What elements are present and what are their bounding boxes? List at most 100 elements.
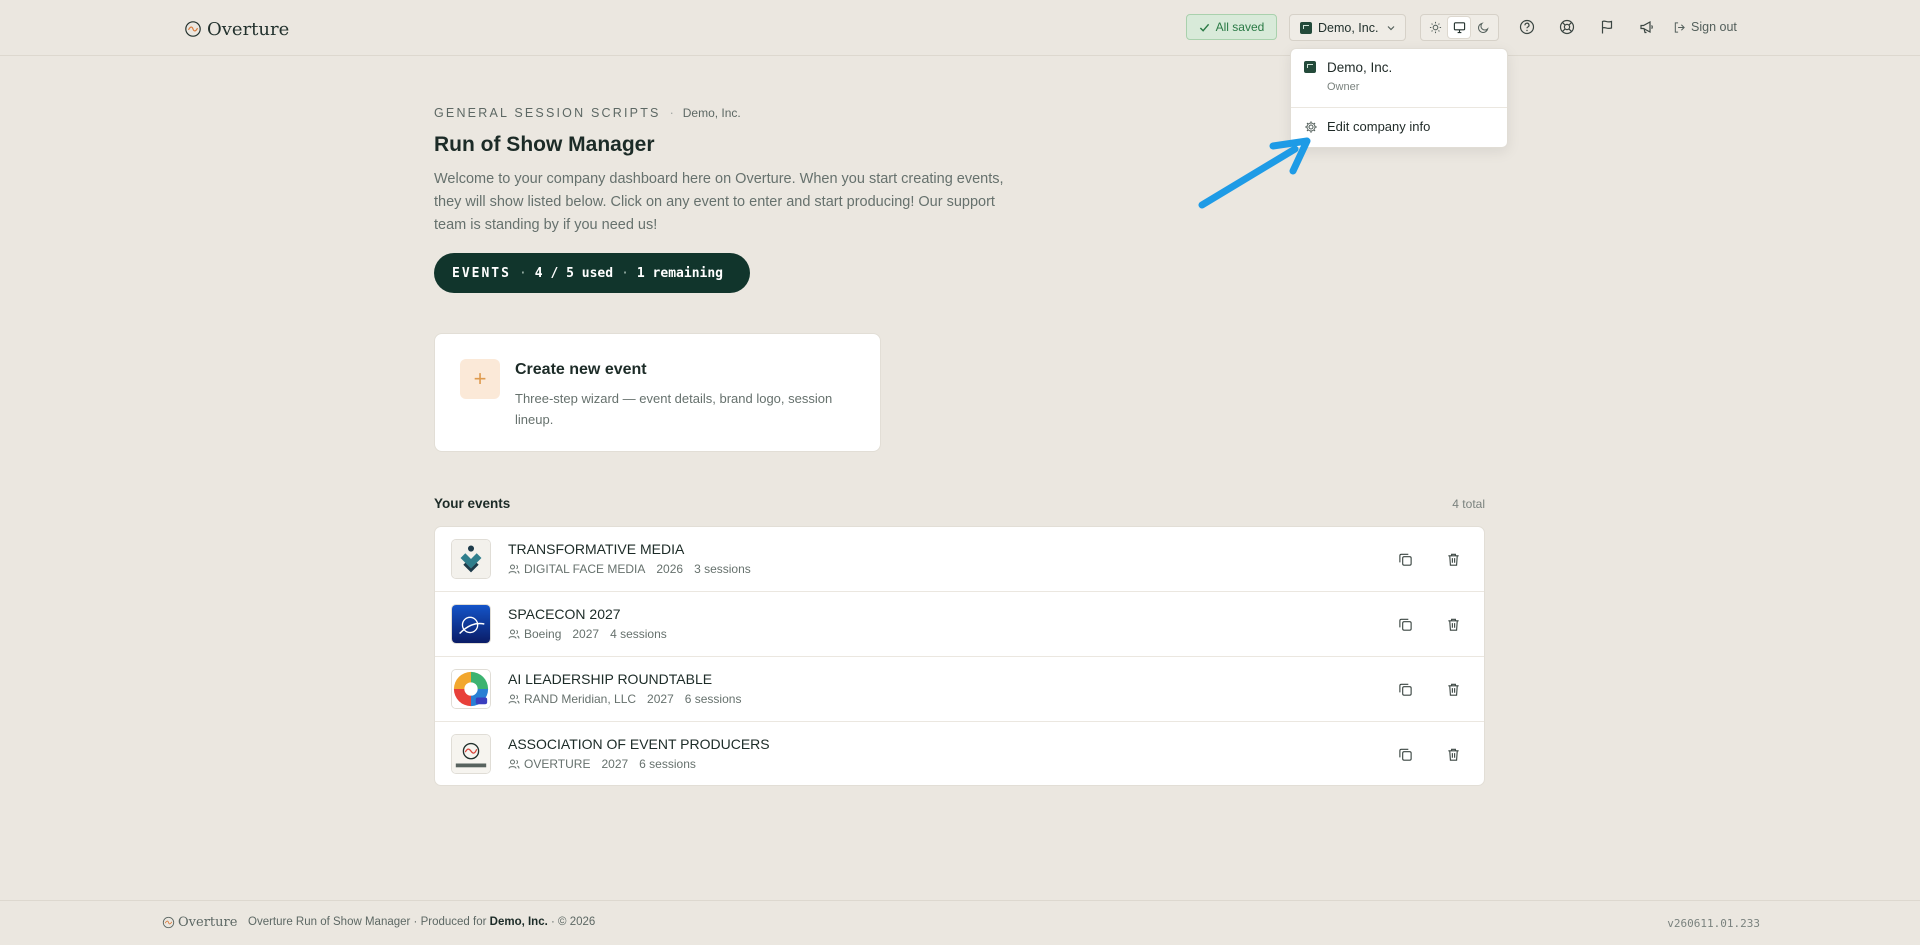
eyebrow-section: GENERAL SESSION SCRIPTS — [434, 106, 661, 120]
company-switcher-label: Demo, Inc. — [1318, 20, 1379, 35]
events-quota-label: EVENTS — [452, 265, 511, 281]
sign-out-button[interactable]: Sign out — [1673, 18, 1737, 36]
sign-out-icon — [1674, 21, 1685, 33]
copy-icon — [1398, 748, 1412, 761]
brand-name: Overture — [207, 18, 290, 40]
theme-light-button[interactable] — [1425, 17, 1447, 38]
edit-company-info-item[interactable]: Edit company info — [1304, 119, 1430, 134]
overture-logo-icon — [162, 916, 175, 929]
duplicate-event-button[interactable] — [1396, 550, 1414, 568]
event-logo-transformative-media — [451, 539, 491, 579]
event-title: TRANSFORMATIVE MEDIA — [508, 541, 685, 557]
event-row[interactable]: AI LEADERSHIP ROUNDTABLE RAND Meridian, … — [435, 657, 1484, 722]
duplicate-event-button[interactable] — [1396, 745, 1414, 763]
copy-icon — [1398, 553, 1412, 566]
page-title: Run of Show Manager — [434, 133, 655, 156]
company-logo-icon — [1300, 21, 1312, 34]
theme-dark-button[interactable] — [1472, 17, 1494, 38]
event-client: RAND Meridian, LLC — [524, 692, 637, 706]
event-logo-overture — [451, 734, 491, 774]
save-status-label: All saved — [1215, 20, 1265, 34]
flag-icon — [1601, 20, 1613, 34]
feedback-button[interactable] — [1598, 18, 1616, 36]
gear-icon — [1305, 120, 1317, 133]
delete-event-button[interactable] — [1444, 745, 1462, 763]
event-client: OVERTURE — [524, 757, 591, 771]
events-section-title: Your events — [434, 496, 511, 511]
top-bar: Overture All saved Demo, Inc. Sign out — [0, 0, 1920, 56]
delete-event-button[interactable] — [1444, 615, 1462, 633]
support-icon — [1559, 19, 1575, 35]
event-logo-spacecon — [451, 604, 491, 644]
company-switcher-button[interactable]: Demo, Inc. — [1289, 14, 1406, 41]
footer-brand: Overture — [162, 915, 237, 930]
event-client: DIGITAL FACE MEDIA — [524, 562, 646, 576]
copy-icon — [1398, 618, 1412, 631]
users-icon — [508, 694, 520, 704]
overture-logo-icon — [185, 21, 201, 37]
event-year: 2027 — [601, 757, 629, 771]
eyebrow-separator: · — [669, 106, 674, 120]
event-sessions: 6 sessions — [684, 692, 742, 706]
theme-toggle — [1420, 14, 1499, 41]
edit-company-info-label: Edit company info — [1327, 119, 1431, 134]
plus-icon: + — [460, 359, 500, 399]
users-icon — [508, 564, 520, 574]
check-icon — [1199, 23, 1209, 32]
duplicate-event-button[interactable] — [1396, 615, 1414, 633]
theme-system-button[interactable] — [1448, 17, 1471, 38]
event-row[interactable]: ASSOCIATION OF EVENT PRODUCERS OVERTURE … — [435, 722, 1484, 785]
event-sessions: 6 sessions — [639, 757, 696, 771]
help-button[interactable] — [1518, 18, 1536, 36]
footer-company: Demo, Inc. — [489, 916, 548, 928]
event-row[interactable]: TRANSFORMATIVE MEDIA DIGITAL FACE MEDIA … — [435, 527, 1484, 592]
chevron-down-icon — [1388, 25, 1395, 30]
sign-out-label: Sign out — [1691, 20, 1737, 34]
event-logo-ai-leadership — [451, 669, 491, 709]
trash-icon — [1447, 748, 1459, 761]
dropdown-company-name: Demo, Inc. — [1327, 60, 1393, 75]
event-title: AI LEADERSHIP ROUNDTABLE — [508, 671, 713, 687]
footer-brand-name: Overture — [178, 915, 238, 930]
page-footer: Overture Overture Run of Show Manager · … — [0, 900, 1920, 945]
duplicate-event-button[interactable] — [1396, 680, 1414, 698]
event-title: SPACECON 2027 — [508, 606, 621, 622]
event-meta: Boeing 2027 4 sessions — [508, 627, 667, 641]
trash-icon — [1447, 618, 1459, 631]
create-event-card[interactable]: + Create new event Three-step wizard — e… — [434, 333, 881, 452]
trash-icon — [1447, 683, 1459, 696]
dropdown-company-role: Owner — [1327, 81, 1360, 93]
events-quota-badge: EVENTS · 4 / 5 used · 1 remaining — [434, 253, 750, 293]
delete-event-button[interactable] — [1444, 680, 1462, 698]
create-event-title: Create new event — [515, 361, 647, 378]
create-event-description: Three-step wizard — event details, brand… — [515, 391, 833, 427]
events-total-count: 4 total — [1452, 497, 1485, 511]
sun-icon — [1430, 21, 1442, 34]
event-row[interactable]: SPACECON 2027 Boeing 2027 4 sessions — [435, 592, 1484, 657]
event-year: 2026 — [656, 562, 684, 576]
brand-logo[interactable]: Overture — [184, 16, 289, 42]
annotation-arrow-icon — [1198, 137, 1311, 209]
page-eyebrow: GENERAL SESSION SCRIPTS · Demo, Inc. — [434, 106, 741, 120]
event-year: 2027 — [647, 692, 674, 706]
copy-icon — [1398, 683, 1412, 696]
trash-icon — [1447, 553, 1459, 566]
events-quota-remaining: 1 remaining — [636, 265, 723, 281]
event-year: 2027 — [572, 627, 600, 641]
event-client: Boeing — [524, 627, 562, 641]
support-button[interactable] — [1558, 18, 1576, 36]
announcements-button[interactable] — [1638, 18, 1656, 36]
megaphone-icon — [1640, 20, 1653, 34]
company-dropdown-menu: Demo, Inc. Owner Edit company info — [1290, 48, 1508, 148]
event-meta: OVERTURE 2027 6 sessions — [508, 757, 696, 771]
event-meta: RAND Meridian, LLC 2027 6 sessions — [508, 692, 741, 706]
delete-event-button[interactable] — [1444, 550, 1462, 568]
footer-credits: Overture Run of Show Manager · Produced … — [248, 916, 596, 928]
footer-version: v260611.01.233 — [1667, 917, 1760, 930]
help-icon — [1519, 19, 1535, 35]
event-meta: DIGITAL FACE MEDIA 2026 3 sessions — [508, 562, 751, 576]
dropdown-divider — [1291, 107, 1507, 108]
monitor-icon — [1453, 22, 1466, 34]
event-title: ASSOCIATION OF EVENT PRODUCERS — [508, 736, 770, 752]
save-status-badge: All saved — [1186, 14, 1277, 40]
